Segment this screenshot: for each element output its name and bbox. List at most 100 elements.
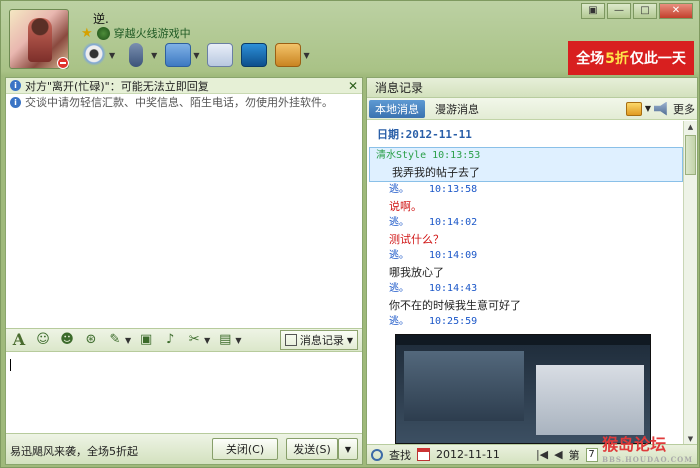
message-sender: 逃。: [389, 283, 409, 294]
scroll-thumb[interactable]: [685, 135, 696, 175]
history-message[interactable]: 逃。 10:14:02 测试什么？: [367, 215, 683, 248]
microphone-icon: [129, 43, 144, 67]
message-meta: 逃。 10:14:09: [373, 248, 677, 264]
image-icon[interactable]: ▣: [137, 331, 155, 349]
contact-status: ★ 穿越火线游戏中: [81, 25, 191, 41]
message-time: 10:13:53: [432, 150, 481, 161]
screenshot-pane: [536, 365, 644, 435]
history-message[interactable]: 清水Style 10:13:53 我弄我的帖子去了: [369, 147, 683, 182]
first-page-icon[interactable]: |◀: [536, 448, 548, 461]
apps-button[interactable]: ▼: [275, 43, 310, 67]
message-sender: 逃。: [389, 316, 409, 327]
security-notice: i 交谈中请勿轻信汇款、中奖信息、陌生电话，勿使用外挂软件。: [6, 94, 362, 110]
promo-text-link[interactable]: 易迅飓风来袭，全场5折起: [10, 443, 138, 459]
message-sender: 逃。: [389, 217, 409, 228]
info-icon: i: [10, 96, 21, 108]
status-game-text[interactable]: 穿越火线游戏中: [114, 25, 191, 41]
chevron-down-icon[interactable]: ▼: [125, 336, 131, 345]
message-input[interactable]: [6, 353, 362, 433]
chevron-down-icon: ▼: [346, 335, 353, 345]
message-meta: 逃。 10:25:59: [373, 314, 677, 330]
chevron-down-icon[interactable]: ▼: [235, 336, 241, 345]
emoji-icon[interactable]: ☺: [34, 331, 52, 349]
history-panel: 消息记录 本地消息 漫游消息 ▼ 更多 日期:2012-11-11 清水Styl…: [366, 77, 698, 465]
message-time: 10:14:09: [429, 250, 478, 261]
history-date: 日期:2012-11-11: [377, 128, 472, 141]
voice-button[interactable]: ▼: [123, 43, 157, 67]
search-button[interactable]: 查找: [389, 447, 411, 463]
magic-emoji-icon[interactable]: ☻: [58, 331, 76, 349]
minimize-button[interactable]: —: [607, 3, 631, 19]
history-message[interactable]: 逃。 10:14:43 你不在的时候我生意可好了: [367, 281, 683, 314]
message-time: 10:14:02: [429, 217, 478, 228]
promo-banner[interactable]: 全场 5折 仅此一天: [568, 41, 694, 75]
chevron-down-icon[interactable]: ▼: [204, 336, 210, 345]
scroll-up-icon[interactable]: ▲: [684, 121, 697, 134]
calendar-icon[interactable]: [417, 448, 430, 461]
watermark-sub: BBS.HOUDAO.COM: [602, 455, 693, 464]
tools-icon[interactable]: ▤: [216, 331, 234, 349]
discussion-icon: [207, 43, 234, 67]
chevron-down-icon[interactable]: ▼: [109, 51, 115, 60]
ad-suffix: 仅此一天: [629, 51, 686, 67]
screenshot-icon[interactable]: ✂: [185, 331, 203, 349]
export-icon[interactable]: [625, 101, 642, 116]
chevron-down-icon[interactable]: ▼: [303, 51, 309, 60]
send-options-button[interactable]: ▼: [338, 438, 358, 460]
shake-icon[interactable]: ⊛: [82, 331, 100, 349]
history-icon: [284, 334, 297, 346]
chevron-down-icon[interactable]: ▼: [645, 104, 651, 113]
create-discussion-button[interactable]: [207, 43, 234, 67]
music-icon[interactable]: ♪: [161, 331, 179, 349]
folder-icon: [165, 43, 192, 67]
game-icon: [96, 26, 110, 40]
font-icon[interactable]: A: [10, 331, 28, 349]
message-text: 哪我放心了: [389, 266, 444, 279]
more-button[interactable]: 更多: [673, 101, 695, 117]
search-icon[interactable]: [371, 448, 383, 461]
remote-assist-button[interactable]: [241, 43, 268, 67]
busy-status-icon: [57, 57, 69, 69]
menu-button[interactable]: ▣: [581, 3, 605, 19]
close-window-button[interactable]: ✕: [659, 3, 693, 19]
message-sender: 逃。: [389, 250, 409, 261]
message-history-label: 消息记录: [299, 334, 344, 347]
send-button[interactable]: 发送(S): [286, 438, 338, 460]
tab-local-messages[interactable]: 本地消息: [369, 99, 425, 118]
history-message[interactable]: 逃。 10:14:09 哪我放心了: [367, 248, 683, 281]
message-screenshot-image[interactable]: [395, 334, 651, 444]
close-button[interactable]: 关闭(C): [212, 438, 278, 460]
app-icon: [275, 43, 302, 67]
away-notice-text: 对方"离开(忙碌)"：可能无法立即回复: [25, 79, 209, 93]
star-icon: ★: [81, 25, 93, 41]
away-notice: i 对方"离开(忙碌)"：可能无法立即回复 ✕: [6, 78, 362, 94]
edit-icon[interactable]: ✎: [106, 331, 124, 349]
camera-icon: [81, 43, 107, 67]
history-message[interactable]: 逃。 10:25:59: [367, 314, 683, 444]
video-button[interactable]: ▼: [81, 43, 115, 67]
chevron-down-icon[interactable]: ▼: [193, 51, 199, 60]
history-message[interactable]: 逃。 10:13:58 说啊。: [367, 182, 683, 215]
page-number-input[interactable]: 7: [585, 447, 598, 462]
history-scrollbar[interactable]: ▲ ▼: [683, 121, 697, 446]
text-caret: [10, 359, 11, 371]
window-controls: ▣ — □ ✕: [581, 3, 693, 19]
message-history-button[interactable]: 消息记录 ▼: [279, 330, 358, 350]
prev-page-icon[interactable]: ◀: [554, 448, 562, 461]
security-notice-text: 交谈中请勿轻信汇款、中奖信息、陌生电话，勿使用外挂软件。: [25, 96, 333, 109]
message-sender: 清水Style: [376, 150, 427, 161]
send-file-button[interactable]: ▼: [165, 43, 199, 67]
message-meta: 逃。 10:14:43: [373, 281, 677, 297]
history-footer-date[interactable]: 2012-11-11: [436, 448, 500, 461]
close-icon[interactable]: ✕: [348, 79, 358, 93]
input-toolbar: A ☺ ☻ ⊛ ✎ ▼ ▣ ♪ ✂ ▼ ▤ ▼ 消息记录 ▼: [6, 328, 362, 352]
site-watermark: 猴岛论坛 BBS.HOUDAO.COM: [602, 431, 693, 464]
top-toolbar: ▼ ▼ ▼ ▼: [81, 43, 310, 67]
ad-highlight: 5折: [605, 51, 629, 67]
page-prefix: 第: [568, 448, 580, 462]
history-messages: 日期:2012-11-11 清水Style 10:13:53 我弄我的帖子去了 逃…: [367, 121, 683, 446]
maximize-button[interactable]: □: [633, 3, 657, 19]
tab-roaming-messages[interactable]: 漫游消息: [429, 100, 485, 118]
chevron-down-icon[interactable]: ▼: [151, 51, 157, 60]
speaker-icon[interactable]: [654, 101, 667, 116]
